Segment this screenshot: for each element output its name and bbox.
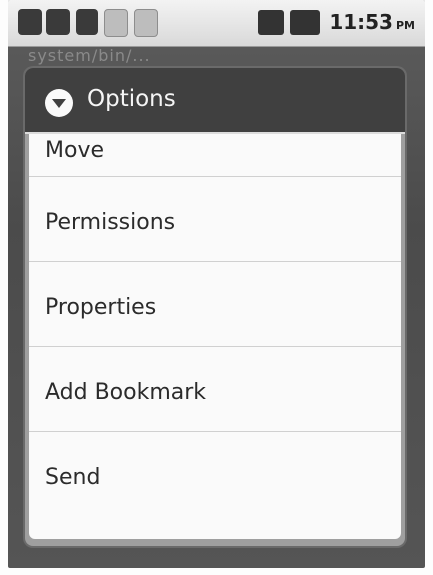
menu-circle-icon — [45, 89, 73, 117]
sd-card-icon — [46, 9, 70, 35]
clock-ampm: PM — [395, 19, 415, 32]
usb-icon — [18, 9, 42, 35]
status-bar: 11:53 PM — [8, 0, 425, 47]
option-label: Properties — [45, 295, 157, 320]
download-icon — [104, 9, 128, 37]
device-frame: 11:53 PM system/bin/... Options Move Perm… — [0, 0, 433, 575]
clock-time: 11:53 — [329, 10, 393, 34]
option-label: Send — [45, 465, 101, 490]
signal-icon — [258, 10, 284, 35]
option-label: Permissions — [45, 210, 176, 235]
notification-icon — [134, 9, 158, 37]
dialog-header: Options — [25, 68, 405, 134]
option-add-bookmark[interactable]: Add Bookmark — [29, 347, 401, 432]
dialog-title: Options — [87, 86, 176, 112]
options-dialog: Options Move Permissions Properties Add … — [25, 68, 405, 546]
clock: 11:53 PM — [329, 10, 415, 34]
option-properties[interactable]: Properties — [29, 262, 401, 347]
background-title: system/bin/... — [28, 46, 151, 65]
option-permissions[interactable]: Permissions — [29, 177, 401, 262]
screen: 11:53 PM system/bin/... Options Move Perm… — [8, 0, 425, 568]
option-label: Add Bookmark — [45, 380, 207, 405]
battery-icon — [290, 10, 320, 35]
usb-debug-icon — [76, 9, 98, 35]
option-send[interactable]: Send — [29, 432, 401, 516]
option-move[interactable]: Move — [29, 134, 401, 177]
option-label: Move — [45, 138, 104, 163]
options-list: Move Permissions Properties Add Bookmark… — [29, 134, 401, 539]
